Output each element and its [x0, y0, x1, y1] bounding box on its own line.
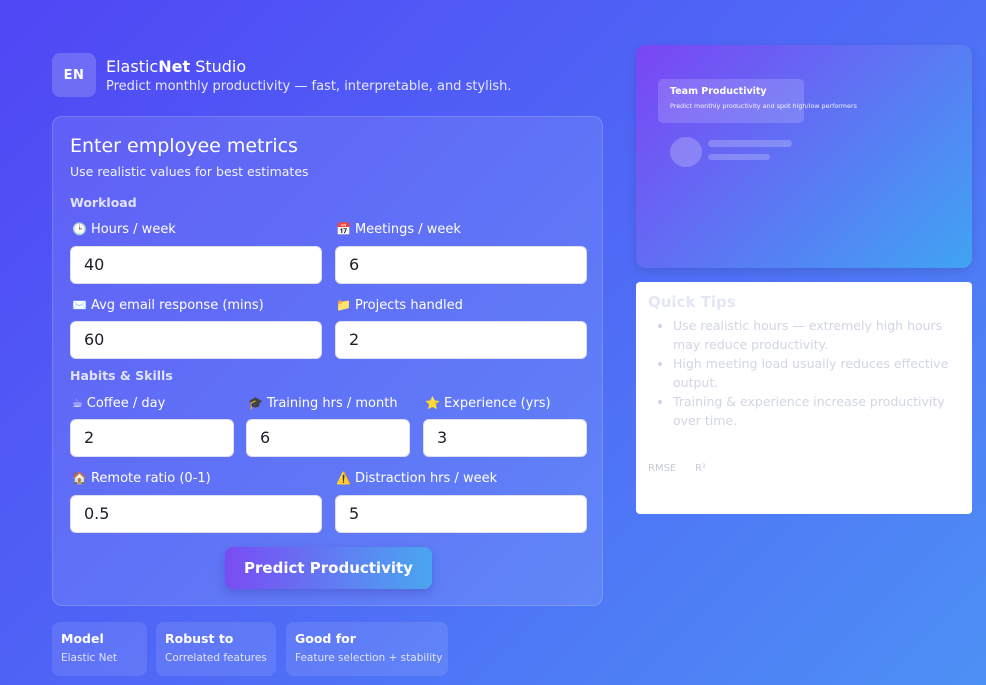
brand-header: EN ElasticNet Studio Predict monthly pro… [52, 53, 512, 97]
training-label: 🎓 Training hrs / month [248, 396, 398, 411]
logo-badge: EN [52, 53, 96, 97]
predict-button[interactable]: Predict Productivity [225, 547, 432, 589]
form-title: Enter employee metrics [70, 135, 298, 157]
remote-ratio-input[interactable]: 0.5 [70, 495, 322, 533]
avatar-placeholder [670, 137, 702, 167]
app-title-suffix: Studio [190, 56, 247, 76]
hours-input[interactable]: 40 [70, 246, 322, 284]
coffee-label-text: Coffee / day [86, 396, 166, 411]
meetings-label-text: Meetings / week [354, 222, 461, 237]
calendar-icon: 📅 [336, 222, 351, 236]
info-label: Robust to [165, 631, 234, 646]
folder-icon: 📁 [336, 298, 351, 312]
info-value: Correlated features [165, 652, 267, 664]
text-placeholder [708, 140, 792, 147]
app-title-prefix: Elastic [106, 56, 159, 76]
rmse-label: RMSE [648, 463, 677, 474]
preview-title: Team Productivity [670, 86, 767, 97]
experience-label-text: Experience (yrs) [443, 396, 551, 411]
projects-input[interactable]: 2 [335, 321, 587, 359]
hours-label: 🕒 Hours / week [72, 222, 176, 237]
tips-title: Quick Tips [648, 293, 736, 311]
preview-subtitle: Predict monthly productivity and spot hi… [670, 102, 857, 110]
experience-input[interactable]: 3 [423, 419, 587, 457]
info-tile-model: Model Elastic Net [52, 622, 147, 676]
email-label-text: Avg email response (mins) [90, 298, 264, 313]
info-label: Model [61, 631, 104, 646]
text-placeholder [708, 154, 770, 160]
brand-text: ElasticNet Studio Predict monthly produc… [106, 57, 512, 94]
remote-label: 🏠 Remote ratio (0-1) [72, 471, 211, 486]
star-icon: ⭐ [425, 396, 440, 410]
projects-label-text: Projects handled [354, 298, 463, 313]
section-workload: Workload [70, 195, 137, 210]
email-label: ✉️ Avg email response (mins) [72, 298, 264, 313]
meetings-input[interactable]: 6 [335, 246, 587, 284]
info-tile-robust: Robust to Correlated features [156, 622, 276, 676]
tip-item: Training & experience increase productiv… [673, 392, 963, 430]
info-value: Feature selection + stability [295, 652, 443, 664]
app-title: ElasticNet Studio [106, 57, 512, 77]
email-response-input[interactable]: 60 [70, 321, 322, 359]
info-tile-good-for: Good for Feature selection + stability [286, 622, 448, 676]
tip-item: High meeting load usually reduces effect… [673, 354, 963, 392]
r2-label: R² [695, 463, 706, 474]
remote-label-text: Remote ratio (0-1) [90, 471, 211, 486]
envelope-icon: ✉️ [72, 298, 87, 312]
section-habits: Habits & Skills [70, 368, 173, 383]
house-icon: 🏠 [72, 471, 87, 485]
coffee-label: ☕ Coffee / day [72, 396, 165, 411]
form-subtitle: Use realistic values for best estimates [70, 164, 309, 179]
app-title-bold: Net [158, 56, 191, 76]
distraction-label: ⚠️ Distraction hrs / week [336, 471, 497, 486]
coffee-icon: ☕ [72, 396, 83, 410]
preview-card: Team Productivity Predict monthly produc… [636, 45, 972, 268]
tip-item: Use realistic hours — extremely high hou… [673, 316, 963, 354]
info-label: Good for [295, 631, 356, 646]
preview-banner: Team Productivity Predict monthly produc… [658, 79, 857, 123]
distraction-label-text: Distraction hrs / week [354, 471, 498, 486]
app-subtitle: Predict monthly productivity — fast, int… [106, 78, 512, 94]
meetings-label: 📅 Meetings / week [336, 222, 461, 237]
quick-tips-panel: Quick Tips Use realistic hours — extreme… [636, 282, 972, 514]
training-label-text: Training hrs / month [266, 396, 398, 411]
warning-icon: ⚠️ [336, 471, 351, 485]
employee-metrics-form: Enter employee metrics Use realistic val… [52, 116, 603, 606]
graduation-cap-icon: 🎓 [248, 396, 263, 410]
distraction-input[interactable]: 5 [335, 495, 587, 533]
training-input[interactable]: 6 [246, 419, 410, 457]
hours-label-text: Hours / week [90, 222, 176, 237]
tips-list: Use realistic hours — extremely high hou… [673, 316, 963, 430]
projects-label: 📁 Projects handled [336, 298, 463, 313]
experience-label: ⭐ Experience (yrs) [425, 396, 551, 411]
coffee-input[interactable]: 2 [70, 419, 234, 457]
info-value: Elastic Net [61, 652, 118, 664]
clock-icon: 🕒 [72, 222, 87, 236]
